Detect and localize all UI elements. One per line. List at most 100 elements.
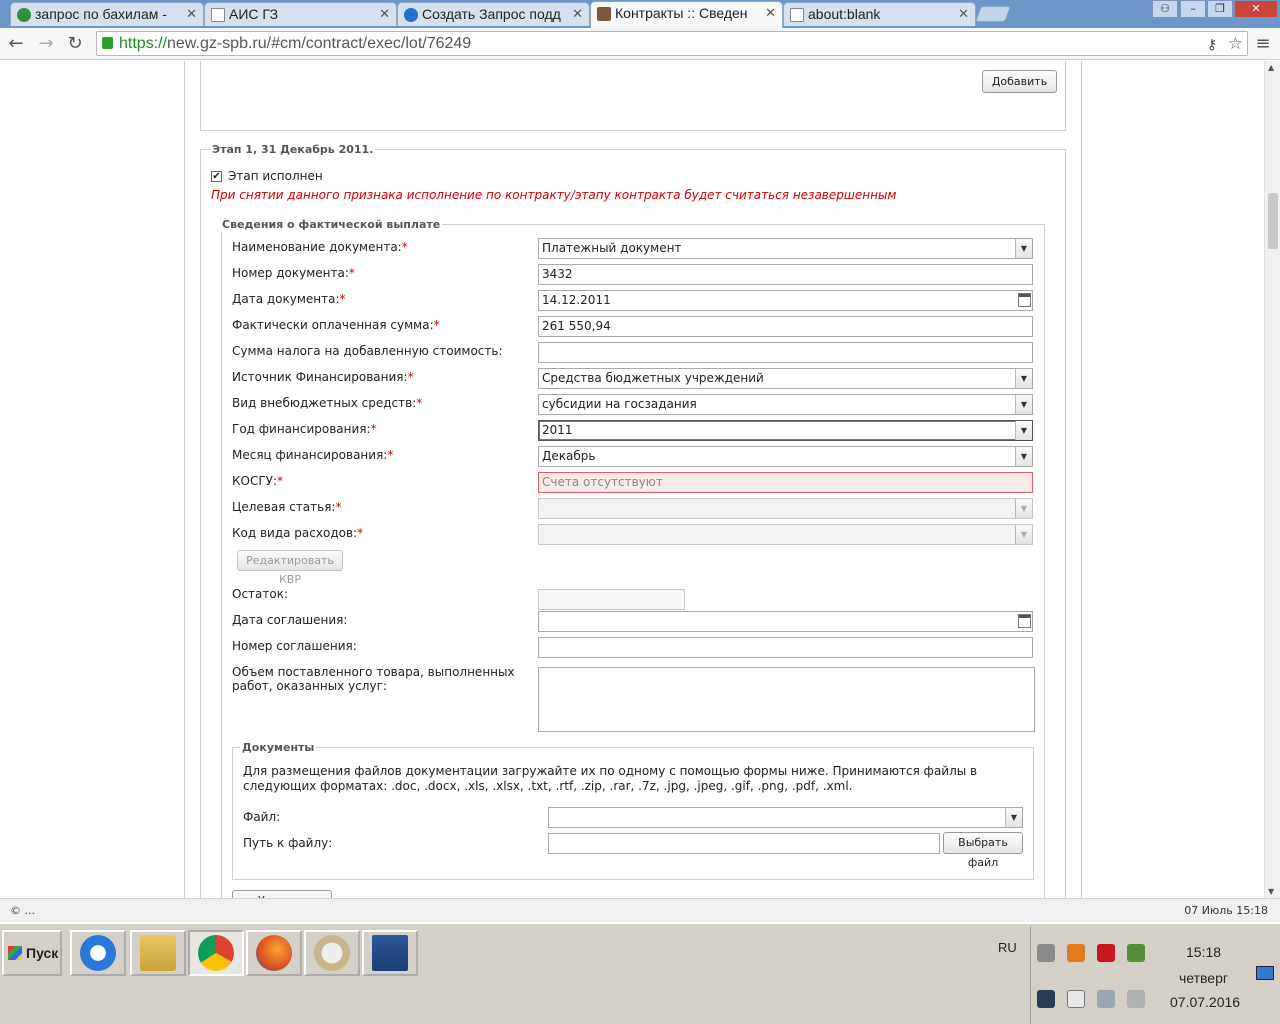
- chevron-down-icon[interactable]: ▼: [1015, 369, 1032, 388]
- safely-remove-icon[interactable]: [1127, 944, 1145, 962]
- close-tab-icon[interactable]: ✕: [958, 6, 969, 22]
- paid-sum-input[interactable]: 261 550,94: [538, 316, 1033, 337]
- close-tab-icon[interactable]: ✕: [186, 6, 197, 22]
- chevron-down-icon[interactable]: ▼: [1015, 447, 1032, 466]
- payment-fieldset: Сведения о фактической выплате Наименова…: [220, 218, 1045, 898]
- close-tab-icon[interactable]: ✕: [572, 6, 583, 22]
- lock-icon: [102, 37, 113, 49]
- file-path-input[interactable]: [548, 833, 940, 854]
- chevron-down-icon[interactable]: ▼: [1005, 808, 1022, 827]
- windows-taskbar: Пуск RU 15:18 четверг 07.07.2016: [0, 922, 1280, 1024]
- close-tab-icon[interactable]: ✕: [379, 6, 390, 22]
- key-icon[interactable]: ⚷: [1207, 33, 1217, 56]
- scroll-down-icon[interactable]: ▼: [1268, 887, 1274, 896]
- choose-file-button[interactable]: Выбрать файл: [943, 832, 1023, 869]
- scroll-thumb[interactable]: [1268, 193, 1278, 249]
- payment-legend: Сведения о фактической выплате: [220, 218, 443, 231]
- help-icon: [404, 8, 418, 22]
- forward-arrow-icon[interactable]: →: [34, 32, 58, 56]
- agreement-date-label: Дата соглашения:: [232, 613, 348, 627]
- tab-contracts[interactable]: Контракты :: Сведен ✕: [590, 1, 783, 28]
- paint-icon[interactable]: [304, 930, 360, 976]
- status-text: © ...: [10, 904, 35, 917]
- calendar-icon[interactable]: [1018, 614, 1031, 628]
- chevron-down-icon[interactable]: ▼: [1015, 421, 1032, 440]
- vat-sum-input[interactable]: [538, 342, 1033, 363]
- add-button[interactable]: Добавить: [982, 70, 1057, 93]
- stage-fieldset: Этап 1, 31 Декабрь 2011. ✔ Этап исполнен…: [200, 143, 1066, 898]
- stage-done-checkbox[interactable]: ✔: [211, 171, 222, 182]
- fin-source-select[interactable]: Средства бюджетных учреждений ▼: [538, 368, 1033, 389]
- doc-date-label: Дата документа:*: [232, 292, 346, 306]
- volume-textarea[interactable]: [538, 667, 1035, 732]
- tab-bahily[interactable]: запрос по бахилам - ✕: [10, 2, 204, 26]
- remainder-label: Остаток:: [232, 587, 289, 601]
- tab-ais-gz[interactable]: АИС ГЗ ✕: [204, 2, 397, 26]
- flag-icon[interactable]: [1067, 990, 1085, 1008]
- acrobat-icon[interactable]: [1097, 944, 1115, 962]
- user-icon[interactable]: ⚇: [1152, 0, 1178, 18]
- url-field[interactable]: https://new.gz-spb.ru/#cm/contract/exec/…: [96, 31, 1248, 56]
- delete-button[interactable]: Удалить: [232, 890, 332, 898]
- calendar-icon[interactable]: [1018, 293, 1031, 307]
- agreement-date-input[interactable]: [538, 611, 1033, 632]
- minimize-button[interactable]: –: [1180, 0, 1206, 18]
- site-icon: [17, 8, 31, 22]
- start-button[interactable]: Пуск: [2, 930, 62, 976]
- language-indicator[interactable]: RU: [998, 940, 1017, 955]
- back-arrow-icon[interactable]: ←: [4, 32, 28, 56]
- tab-about-blank[interactable]: about:blank ✕: [783, 2, 976, 26]
- target-label: Целевая статья:*: [232, 500, 342, 514]
- menu-icon[interactable]: ≡: [1254, 33, 1272, 55]
- status-bar: © ... 07 Июль 15:18: [0, 898, 1280, 922]
- target-select[interactable]: ▼: [538, 498, 1033, 519]
- chevron-down-icon[interactable]: ▼: [1015, 499, 1032, 518]
- file-select[interactable]: ▼: [548, 807, 1023, 828]
- scroll-up-icon[interactable]: ▲: [1268, 63, 1274, 72]
- file-explorer-icon[interactable]: [130, 930, 186, 976]
- edit-kvr-button[interactable]: Редактировать КВР: [237, 550, 343, 586]
- monitor-icon[interactable]: [1037, 990, 1055, 1008]
- offbudget-select[interactable]: субсидии на госзадания ▼: [538, 394, 1033, 415]
- doc-date-input[interactable]: 14.12.2011: [538, 290, 1033, 311]
- word-icon[interactable]: [362, 930, 418, 976]
- chevron-down-icon[interactable]: ▼: [1015, 239, 1032, 258]
- status-date: 07 Июль 15:18: [1184, 904, 1268, 917]
- internet-explorer-icon[interactable]: [70, 930, 126, 976]
- close-window-button[interactable]: ✕: [1234, 0, 1278, 18]
- clock-time[interactable]: 15:18: [1186, 944, 1221, 960]
- network-icon[interactable]: [1097, 990, 1115, 1008]
- fin-year-select[interactable]: 2011 ▼: [538, 420, 1033, 441]
- speaker-muted-icon[interactable]: [1127, 990, 1145, 1008]
- chevron-down-icon[interactable]: ▼: [1015, 525, 1032, 544]
- browser-tab-bar: запрос по бахилам - ✕ АИС ГЗ ✕ Создать З…: [0, 0, 1280, 28]
- java-icon[interactable]: [1067, 944, 1085, 962]
- doc-name-label: Наименование документа:*: [232, 240, 408, 254]
- bookmark-star-icon[interactable]: ☆: [1228, 32, 1243, 55]
- doc-name-select[interactable]: Платежный документ ▼: [538, 238, 1033, 259]
- chrome-icon[interactable]: [188, 930, 244, 976]
- restore-button[interactable]: ❐: [1207, 0, 1233, 18]
- page-scrollbar[interactable]: ▲ ▼: [1264, 61, 1280, 898]
- agreement-number-input[interactable]: [538, 637, 1033, 658]
- expense-code-select[interactable]: ▼: [538, 524, 1033, 545]
- uncheck-warning: При снятии данного признака исполнение п…: [211, 188, 897, 202]
- reload-icon[interactable]: ↻: [63, 32, 87, 56]
- doc-number-input[interactable]: 3432: [538, 264, 1033, 285]
- tab-create-request[interactable]: Создать Запрос подд ✕: [397, 2, 590, 26]
- chevron-down-icon[interactable]: ▼: [1015, 395, 1032, 414]
- offbudget-label: Вид внебюджетных средств:*: [232, 396, 423, 410]
- system-tray: [1030, 926, 1280, 1024]
- file-path-label: Путь к файлу:: [243, 836, 333, 850]
- kosgu-field[interactable]: Счета отсутствуют: [538, 472, 1033, 493]
- firefox-icon[interactable]: [246, 930, 302, 976]
- agreement-number-label: Номер соглашения:: [232, 639, 357, 653]
- fin-month-select[interactable]: Декабрь ▼: [538, 446, 1033, 467]
- network-gear-icon[interactable]: [1037, 944, 1055, 962]
- fin-year-label: Год финансирования:*: [232, 422, 377, 436]
- address-toolbar: ← → ↻ https://new.gz-spb.ru/#cm/contract…: [0, 28, 1280, 60]
- show-desktop-icon[interactable]: [1256, 966, 1274, 980]
- documents-help-text: Для размещения файлов документации загру…: [243, 764, 978, 793]
- new-tab-button[interactable]: [975, 6, 1011, 22]
- close-tab-icon[interactable]: ✕: [765, 5, 776, 21]
